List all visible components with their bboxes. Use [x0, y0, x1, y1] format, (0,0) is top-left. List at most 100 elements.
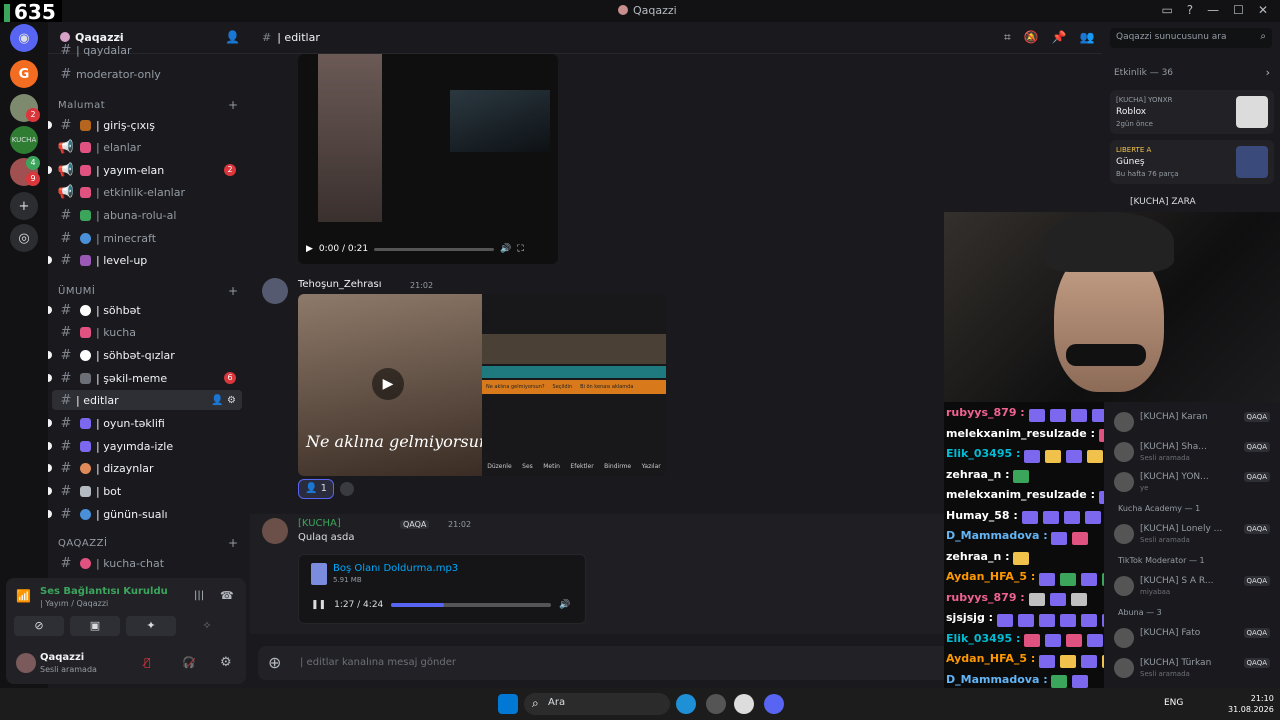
message-author[interactable]: [KUCHA] — [298, 518, 341, 529]
member-group-header: TikTok Moderator — 1 — [1118, 556, 1205, 565]
member-item[interactable]: [KUCHA] Sha... Sesli aramada QAQA — [1114, 440, 1274, 466]
activity-card[interactable]: [KUCHA] YONXR Roblox 2gün önce — [1110, 90, 1274, 134]
explore-icon[interactable]: ◎ — [10, 224, 38, 252]
add-channel-icon[interactable]: + — [228, 284, 238, 298]
noise-icon[interactable]: ||| — [194, 590, 204, 601]
avatar[interactable] — [262, 518, 288, 544]
notifications-off-icon[interactable]: 🔕 — [1024, 30, 1039, 45]
channel-partial[interactable]: # | qaydalar — [52, 40, 242, 60]
edge-icon[interactable] — [676, 694, 696, 714]
add-reaction-icon[interactable] — [340, 482, 354, 496]
channel-level-up[interactable]: # | level-up — [48, 250, 242, 270]
member-item[interactable]: [KUCHA] Karan QAQA — [1114, 410, 1274, 436]
channel-sohbet-qizlar[interactable]: # | söhbət-qızlar — [48, 345, 242, 365]
avatar — [1114, 412, 1134, 432]
category-umumi[interactable]: ÜMUMİ — [58, 286, 95, 297]
channel-giris-cixis[interactable]: # | giriş-çıxış — [48, 115, 242, 135]
inbox-icon[interactable]: ▭ — [1161, 3, 1172, 17]
windows-start-icon[interactable] — [498, 694, 518, 714]
member-group-header: Kucha Academy — 1 — [1118, 504, 1201, 513]
member-item[interactable]: [KUCHA] Türkan Sesli aramada QAQA — [1114, 656, 1274, 682]
server-icon-kucha[interactable]: KUCHA — [10, 126, 38, 154]
channel-moderator-only[interactable]: # moderator-only — [52, 64, 242, 84]
channel-sohbet[interactable]: # | söhbət — [48, 300, 242, 320]
disconnect-icon[interactable]: ☎ — [220, 589, 234, 602]
category-qaqazzi[interactable]: QAQAZZİ — [58, 538, 107, 549]
avatar[interactable] — [16, 653, 36, 673]
threads-icon[interactable]: ⌗ — [1004, 30, 1011, 45]
video-progress[interactable] — [374, 247, 495, 251]
channel-oyun-teklifi[interactable]: # | oyun-təklifi — [48, 413, 242, 433]
chat-username: Humay_58 : — [946, 508, 1022, 522]
activities-button[interactable]: ✦ — [126, 616, 176, 636]
stream-chat-line: zehraa_n : — [946, 550, 1034, 565]
message-author[interactable]: Tehoşun_Zehrası — [298, 279, 381, 290]
channel-kucha[interactable]: # | kucha — [52, 322, 242, 342]
add-server-icon[interactable]: + — [10, 192, 38, 220]
channel-sekil-meme[interactable]: # | şəkil-meme 6 — [48, 368, 242, 388]
avatar — [1114, 658, 1134, 678]
play-icon[interactable]: ▶ — [372, 368, 404, 400]
discord-taskbar-icon[interactable] — [764, 694, 784, 714]
channel-minecraft[interactable]: # | minecraft — [52, 228, 242, 248]
volume-icon[interactable]: 🔊 — [559, 600, 570, 610]
language-indicator[interactable]: ENG — [1164, 698, 1183, 708]
channel-bot[interactable]: # | bot — [48, 481, 242, 501]
avatar[interactable] — [262, 278, 288, 304]
add-channel-icon[interactable]: + — [228, 536, 238, 550]
pin-icon[interactable]: 📌 — [1052, 30, 1067, 45]
member-item[interactable]: [KUCHA] Lonely ... Sesli aramada QAQA — [1114, 522, 1274, 548]
search-input[interactable]: Qaqazzi sunucusunu ara ⌕ — [1110, 28, 1272, 48]
reaction-button[interactable]: 👤 1 — [298, 479, 335, 499]
channel-dizaynlar[interactable]: # | dizaynlar — [48, 458, 242, 478]
mute-icon[interactable]: 🎙̸ — [144, 656, 151, 669]
file-name[interactable]: Boş Olanı Doldurma.mp3 — [333, 563, 458, 574]
voice-channel[interactable]: | Yayım / Qaqazzi — [40, 599, 108, 608]
screen-share-button[interactable]: ▣ — [70, 616, 120, 636]
channel-editlar[interactable]: # | editlar 👤 ⚙ — [52, 390, 242, 410]
close-icon[interactable]: ✕ — [1258, 3, 1268, 17]
channel-yayimda-izle[interactable]: # | yayımda-izle — [48, 436, 242, 456]
video-attachment[interactable]: ▶ Ne aklına gelmiyorsun? Ne aklına gelmi… — [298, 294, 666, 476]
app-icon[interactable] — [706, 694, 726, 714]
help-icon[interactable]: ? — [1187, 3, 1193, 17]
attach-plus-icon[interactable]: ⊕ — [268, 653, 281, 672]
taskbar-search[interactable]: Ara — [524, 693, 670, 715]
activity-card[interactable]: LIBERTE A Güneş Bu hafta 76 parça — [1110, 140, 1274, 184]
channel-elanlar[interactable]: 📢 | elanlar — [52, 137, 242, 157]
video-attachment[interactable]: ▶ 0:00 / 0:21 🔊 ⛶ — [298, 54, 558, 264]
member-item[interactable]: [KUCHA] YON... ye QAQA — [1114, 470, 1274, 496]
audio-progress[interactable] — [391, 603, 552, 607]
channel-abuna-rolu-al[interactable]: # | abuna-rolu-al — [52, 205, 242, 225]
soundboard-button[interactable]: ✧ — [182, 616, 232, 636]
category-malumat[interactable]: Malumat — [58, 100, 105, 111]
add-channel-icon[interactable]: + — [228, 98, 238, 112]
channel-kucha-chat[interactable]: # | kucha-chat — [52, 553, 242, 573]
role-tag: QAQA — [400, 520, 430, 529]
play-icon[interactable]: ▶ — [306, 244, 313, 254]
camera-off-button[interactable]: ⊘ — [14, 616, 64, 636]
channel-yayim-elan[interactable]: 📢 | yayım-elan 2 — [48, 160, 242, 180]
deafen-icon[interactable]: 🎧̸ — [182, 656, 196, 669]
server-icon-g[interactable]: G — [10, 60, 38, 88]
maximize-icon[interactable]: ☐ — [1233, 3, 1244, 17]
avatar — [1114, 628, 1134, 648]
message-text: Qulaq asda — [298, 532, 355, 543]
gear-icon[interactable]: ⚙ — [220, 655, 232, 670]
signal-icon[interactable]: 📶 — [16, 589, 31, 603]
member-item[interactable]: [KUCHA] Fato QAQA — [1114, 626, 1274, 652]
channel-etkinlik-elanlar[interactable]: 📢 | etkinlik-elanlar — [52, 182, 242, 202]
clock[interactable]: 21:10 31.08.2026 — [1228, 693, 1274, 715]
discord-home-icon[interactable]: ◉ — [10, 24, 38, 52]
member-list-icon[interactable]: 👥 — [1080, 30, 1095, 45]
message-time: 21:02 — [410, 281, 434, 290]
volume-icon[interactable]: 🔊 — [500, 244, 511, 254]
obs-icon[interactable] — [734, 694, 754, 714]
window-title: Qaqazzi — [618, 4, 677, 17]
chevron-right-icon[interactable]: › — [1266, 66, 1270, 79]
pause-icon[interactable]: ❚❚ — [311, 600, 326, 610]
channel-gunun-suali[interactable]: # | günün-sualı — [48, 504, 242, 524]
member-item[interactable]: [KUCHA] S A R... miyabaa QAQA — [1114, 574, 1274, 600]
minimize-icon[interactable]: — — [1207, 3, 1219, 17]
fullscreen-icon[interactable]: ⛶ — [517, 244, 523, 254]
